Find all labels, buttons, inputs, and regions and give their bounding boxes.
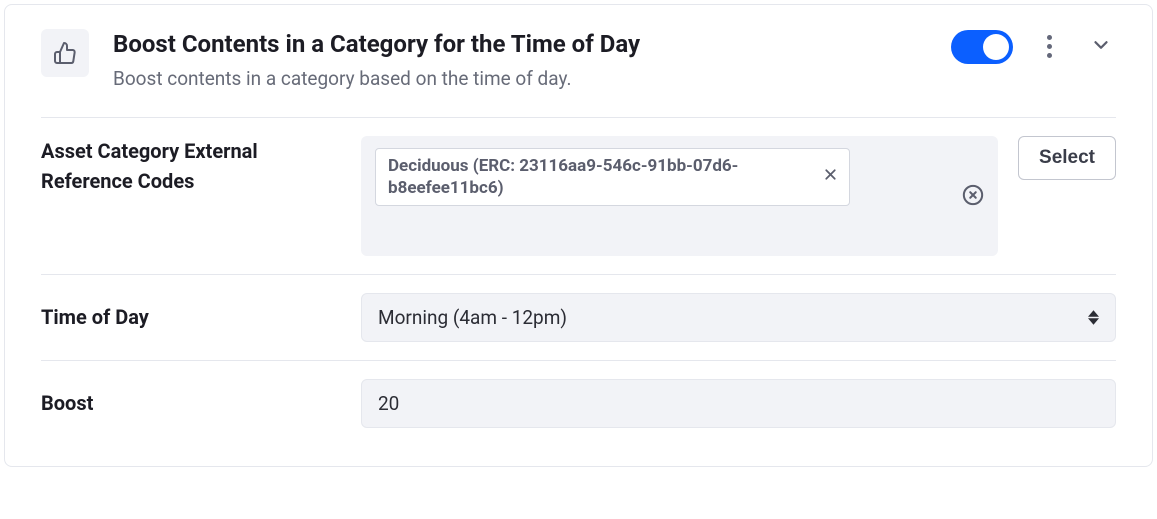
header-actions: [951, 29, 1116, 64]
boost-label: Boost: [41, 388, 341, 418]
asset-category-label: Asset Category External Reference Codes: [41, 136, 341, 196]
card-title: Boost Contents in a Category for the Tim…: [113, 29, 927, 60]
card-subtitle: Boost contents in a category based on th…: [113, 66, 927, 93]
boost-input[interactable]: 20: [361, 379, 1116, 428]
time-of-day-value: Morning (4am - 12pm): [378, 306, 567, 329]
time-of-day-row: Time of Day Morning (4am - 12pm): [5, 275, 1152, 360]
boost-rule-card: Boost Contents in a Category for the Tim…: [4, 4, 1153, 467]
boost-row: Boost 20: [5, 361, 1152, 446]
time-of-day-label: Time of Day: [41, 302, 341, 332]
category-tag-text: Deciduous (ERC: 23116aa9-546c-91bb-07d6-…: [388, 155, 808, 199]
select-arrows-icon: [1088, 310, 1099, 325]
enable-toggle[interactable]: [951, 30, 1013, 64]
boost-value: 20: [378, 392, 399, 415]
remove-tag-icon[interactable]: [822, 166, 839, 187]
time-of-day-select[interactable]: Morning (4am - 12pm): [361, 293, 1116, 342]
select-button[interactable]: Select: [1018, 136, 1116, 180]
title-block: Boost Contents in a Category for the Tim…: [113, 29, 927, 93]
asset-category-input[interactable]: Deciduous (ERC: 23116aa9-546c-91bb-07d6-…: [361, 136, 998, 256]
clear-all-icon[interactable]: [962, 184, 984, 210]
card-header: Boost Contents in a Category for the Tim…: [5, 5, 1152, 117]
thumbs-up-icon: [41, 29, 89, 77]
asset-category-row: Asset Category External Reference Codes …: [5, 118, 1152, 274]
more-options-icon[interactable]: [1041, 29, 1058, 64]
category-tag: Deciduous (ERC: 23116aa9-546c-91bb-07d6-…: [375, 148, 850, 206]
collapse-icon[interactable]: [1086, 30, 1116, 64]
